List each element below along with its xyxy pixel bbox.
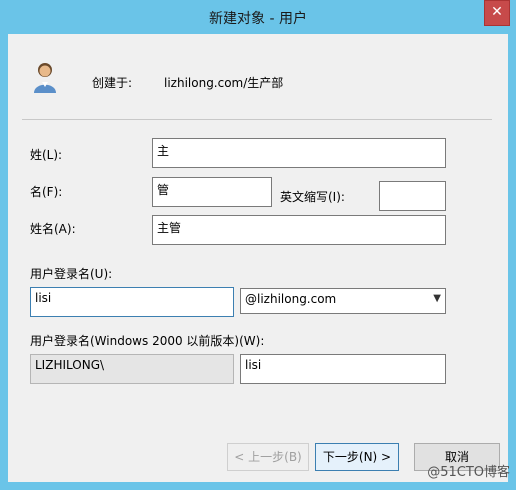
close-button[interactable]: ✕ <box>484 0 510 26</box>
domain-select-value: @lizhilong.com <box>245 292 337 306</box>
pre2000-domain-field: LIZHILONG\ <box>30 354 234 384</box>
initials-input[interactable] <box>379 181 446 211</box>
separator <box>22 119 492 120</box>
created-in-label: 创建于: <box>92 76 133 90</box>
first-name-input[interactable]: 管 <box>152 177 272 207</box>
logon-name-input[interactable]: lisi <box>30 287 234 317</box>
next-button[interactable]: 下一步(N) > <box>315 443 399 471</box>
user-icon <box>32 60 58 94</box>
logon-name-label: 用户登录名(U): <box>30 267 113 281</box>
full-name-label: 姓名(A): <box>30 222 76 236</box>
title-bar[interactable]: 新建对象 - 用户 ✕ <box>0 0 516 34</box>
back-button[interactable]: < 上一步(B) <box>227 443 309 471</box>
chevron-down-icon: ▼ <box>433 293 441 304</box>
full-name-input[interactable]: 主管 <box>152 215 446 245</box>
dialog-window: 新建对象 - 用户 ✕ 创建于: lizhilong.com/生产部 姓(L):… <box>0 0 516 490</box>
pre2000-label: 用户登录名(Windows 2000 以前版本)(W): <box>30 334 265 348</box>
last-name-input[interactable]: 主 <box>152 138 446 168</box>
created-in-path: lizhilong.com/生产部 <box>164 76 284 90</box>
domain-select[interactable]: @lizhilong.com ▼ <box>240 288 446 314</box>
watermark: @51CTO博客 <box>427 465 510 480</box>
initials-label: 英文缩写(I): <box>280 190 345 204</box>
first-name-label: 名(F): <box>30 185 63 199</box>
pre2000-name-input[interactable]: lisi <box>240 354 446 384</box>
last-name-label: 姓(L): <box>30 148 63 162</box>
dialog-client-area: 创建于: lizhilong.com/生产部 姓(L): 主 名(F): 管 英… <box>8 34 508 482</box>
window-title: 新建对象 - 用户 <box>209 11 307 27</box>
